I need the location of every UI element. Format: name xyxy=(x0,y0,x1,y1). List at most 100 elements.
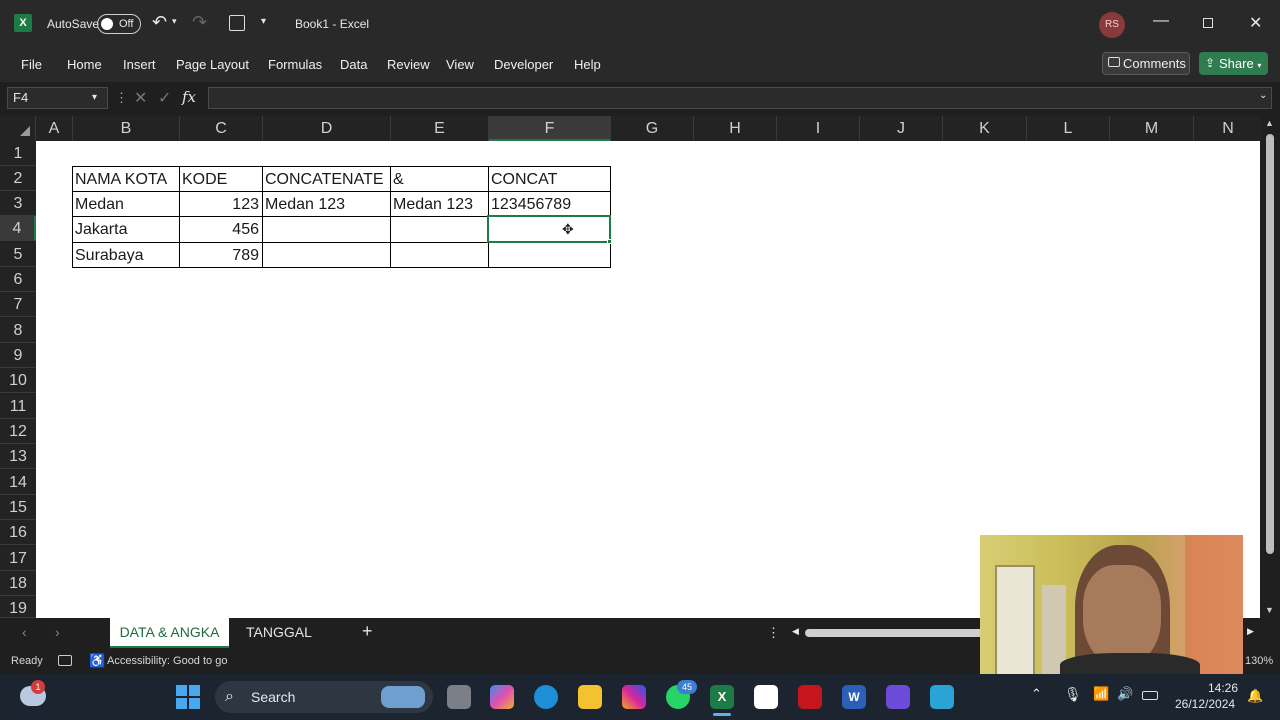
microphone-icon[interactable]: 🎙 xyxy=(1064,686,1082,703)
row-header-9[interactable]: 9 xyxy=(0,343,36,368)
comments-button[interactable]: Comments xyxy=(1102,52,1190,75)
row-header-8[interactable]: 8 xyxy=(0,318,36,343)
column-header-h[interactable]: H xyxy=(694,116,777,141)
wifi-icon[interactable]: 📶 xyxy=(1093,686,1109,702)
cell-d3[interactable]: Medan 123 xyxy=(262,192,390,217)
column-header-g[interactable]: G xyxy=(611,116,694,141)
tab-review[interactable]: Review xyxy=(387,57,430,72)
insert-function-icon[interactable]: fx xyxy=(182,88,196,106)
column-header-e[interactable]: E xyxy=(391,116,489,141)
redo-icon[interactable]: ↷ xyxy=(192,12,207,33)
tab-view[interactable]: View xyxy=(446,57,474,72)
capcut-icon[interactable] xyxy=(754,685,778,709)
row-header-5[interactable]: 5 xyxy=(0,242,36,267)
undo-icon[interactable]: ↶ xyxy=(152,12,167,33)
row-header-18[interactable]: 18 xyxy=(0,571,36,596)
row-header-13[interactable]: 13 xyxy=(0,444,36,469)
row-header-17[interactable]: 17 xyxy=(0,546,36,571)
row-header-16[interactable]: 16 xyxy=(0,520,36,545)
restore-icon[interactable] xyxy=(1203,18,1213,28)
cell-c3[interactable]: 123 xyxy=(179,192,262,217)
add-sheet-icon[interactable]: + xyxy=(362,621,373,642)
tab-file[interactable]: File xyxy=(21,57,42,72)
expand-formula-icon[interactable]: ⌄ xyxy=(1259,90,1267,101)
clock-date[interactable]: 26/12/2024 xyxy=(1175,697,1235,711)
row-header-4[interactable]: 4 xyxy=(0,216,36,241)
next-sheet-icon[interactable]: › xyxy=(55,624,60,640)
tab-tanggal[interactable]: TANGGAL xyxy=(246,624,312,640)
accessibility-icon[interactable]: ♿ xyxy=(89,653,105,669)
cell-b5[interactable]: Surabaya xyxy=(72,243,179,268)
battery-icon[interactable] xyxy=(1142,691,1158,700)
chevron-down-icon[interactable]: ▾ xyxy=(92,88,97,108)
avatar[interactable]: RS xyxy=(1099,12,1125,38)
column-header-n[interactable]: N xyxy=(1194,116,1262,141)
row-header-2[interactable]: 2 xyxy=(0,166,36,191)
cell-e3[interactable]: Medan 123 xyxy=(390,192,488,217)
task-view-icon[interactable] xyxy=(447,685,471,709)
column-header-a[interactable]: A xyxy=(36,116,73,141)
previous-sheet-icon[interactable]: ‹ xyxy=(22,624,27,640)
cell-d2[interactable]: CONCATENATE xyxy=(262,167,390,192)
scroll-right-icon[interactable]: ▶ xyxy=(1247,626,1254,637)
select-all-corner[interactable] xyxy=(0,116,36,141)
tab-data-angka[interactable]: DATA & ANGKA xyxy=(110,618,229,648)
cell-f3[interactable]: 123456789 xyxy=(488,192,610,217)
row-header-10[interactable]: 10 xyxy=(0,368,36,393)
row-header-7[interactable]: 7 xyxy=(0,292,36,317)
tab-page-layout[interactable]: Page Layout xyxy=(176,57,249,72)
word-icon[interactable]: W xyxy=(842,685,866,709)
tab-home[interactable]: Home xyxy=(67,57,102,72)
taskbar-search[interactable]: ⌕ Search xyxy=(215,681,433,713)
column-header-d[interactable]: D xyxy=(263,116,391,141)
clock-time[interactable]: 14:26 xyxy=(1208,681,1238,695)
tab-data[interactable]: Data xyxy=(340,57,367,72)
cell-b4[interactable]: Jakarta xyxy=(72,217,179,242)
tab-formulas[interactable]: Formulas xyxy=(268,57,322,72)
row-header-11[interactable]: 11 xyxy=(0,394,36,419)
cell-f2[interactable]: CONCAT xyxy=(488,167,610,192)
cell-e2[interactable]: & xyxy=(390,167,488,192)
cell-b2[interactable]: NAMA KOTA xyxy=(72,167,179,192)
edge-icon[interactable] xyxy=(534,685,558,709)
acrobat-icon[interactable] xyxy=(798,685,822,709)
excel-taskbar-icon[interactable]: X xyxy=(710,685,734,709)
save-icon[interactable] xyxy=(229,15,245,31)
macro-recording-icon[interactable] xyxy=(58,655,72,666)
column-header-j[interactable]: J xyxy=(860,116,943,141)
cell-c5[interactable]: 789 xyxy=(179,243,262,268)
cell-c4[interactable]: 456 xyxy=(179,217,262,242)
tab-developer[interactable]: Developer xyxy=(494,57,553,72)
horizontal-scroll-thumb[interactable] xyxy=(805,629,985,637)
cell-b3[interactable]: Medan xyxy=(72,192,179,217)
formula-input[interactable]: ⌄ xyxy=(208,87,1272,109)
zoom-level[interactable]: 130% xyxy=(1245,655,1273,667)
more-options-icon[interactable]: ⋮ xyxy=(115,90,128,106)
active-cell-f4[interactable] xyxy=(487,215,611,243)
row-header-19[interactable]: 19 xyxy=(0,596,36,618)
scroll-up-icon[interactable]: ▲ xyxy=(1265,118,1274,128)
row-header-12[interactable]: 12 xyxy=(0,419,36,444)
windows-start-icon[interactable] xyxy=(176,685,200,709)
clipchamp-icon[interactable] xyxy=(886,685,910,709)
autosave-toggle[interactable]: Off xyxy=(97,14,141,34)
minimize-icon[interactable]: — xyxy=(1153,12,1169,30)
cell-c2[interactable]: KODE xyxy=(179,167,262,192)
column-header-i[interactable]: I xyxy=(777,116,860,141)
close-icon[interactable]: ✕ xyxy=(1249,13,1262,33)
column-header-k[interactable]: K xyxy=(943,116,1027,141)
cancel-icon[interactable]: ✕ xyxy=(134,88,147,108)
column-header-l[interactable]: L xyxy=(1027,116,1110,141)
scroll-left-icon[interactable]: ◀ xyxy=(792,626,799,637)
notification-icon[interactable]: 🔔 xyxy=(1247,688,1263,704)
enter-icon[interactable]: ✓ xyxy=(158,88,171,108)
column-header-f[interactable]: F xyxy=(489,116,611,141)
row-header-3[interactable]: 3 xyxy=(0,191,36,216)
row-header-15[interactable]: 15 xyxy=(0,495,36,520)
more-options-icon[interactable]: ⋮ xyxy=(767,625,780,641)
vertical-scroll-thumb[interactable] xyxy=(1266,134,1274,554)
share-button[interactable]: ⇪ Share ▾ xyxy=(1199,52,1268,75)
volume-icon[interactable]: 🔊 xyxy=(1117,686,1133,702)
column-header-c[interactable]: C xyxy=(180,116,263,141)
customize-toolbar-icon[interactable]: ▾ xyxy=(261,16,266,27)
